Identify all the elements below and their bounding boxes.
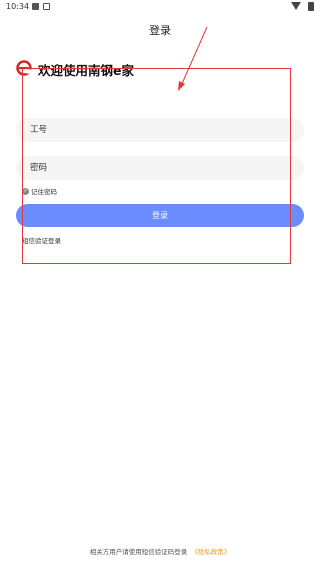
privacy-policy-link[interactable]: 《隐私政策》 — [191, 548, 230, 556]
status-time: 10:34 — [6, 2, 30, 11]
annotation-box — [22, 68, 291, 264]
status-bar: 10:34 — [0, 0, 320, 14]
app-notification-icon — [43, 3, 50, 10]
page-title: 登录 — [149, 24, 171, 37]
wifi-icon — [291, 2, 301, 10]
footer-notice: 相关方用户请使用短信验证码登录 — [89, 548, 188, 556]
footer: 相关方用户请使用短信验证码登录 《隐私政策》 — [0, 546, 320, 556]
notification-icon — [32, 3, 39, 10]
battery-icon — [308, 2, 314, 11]
